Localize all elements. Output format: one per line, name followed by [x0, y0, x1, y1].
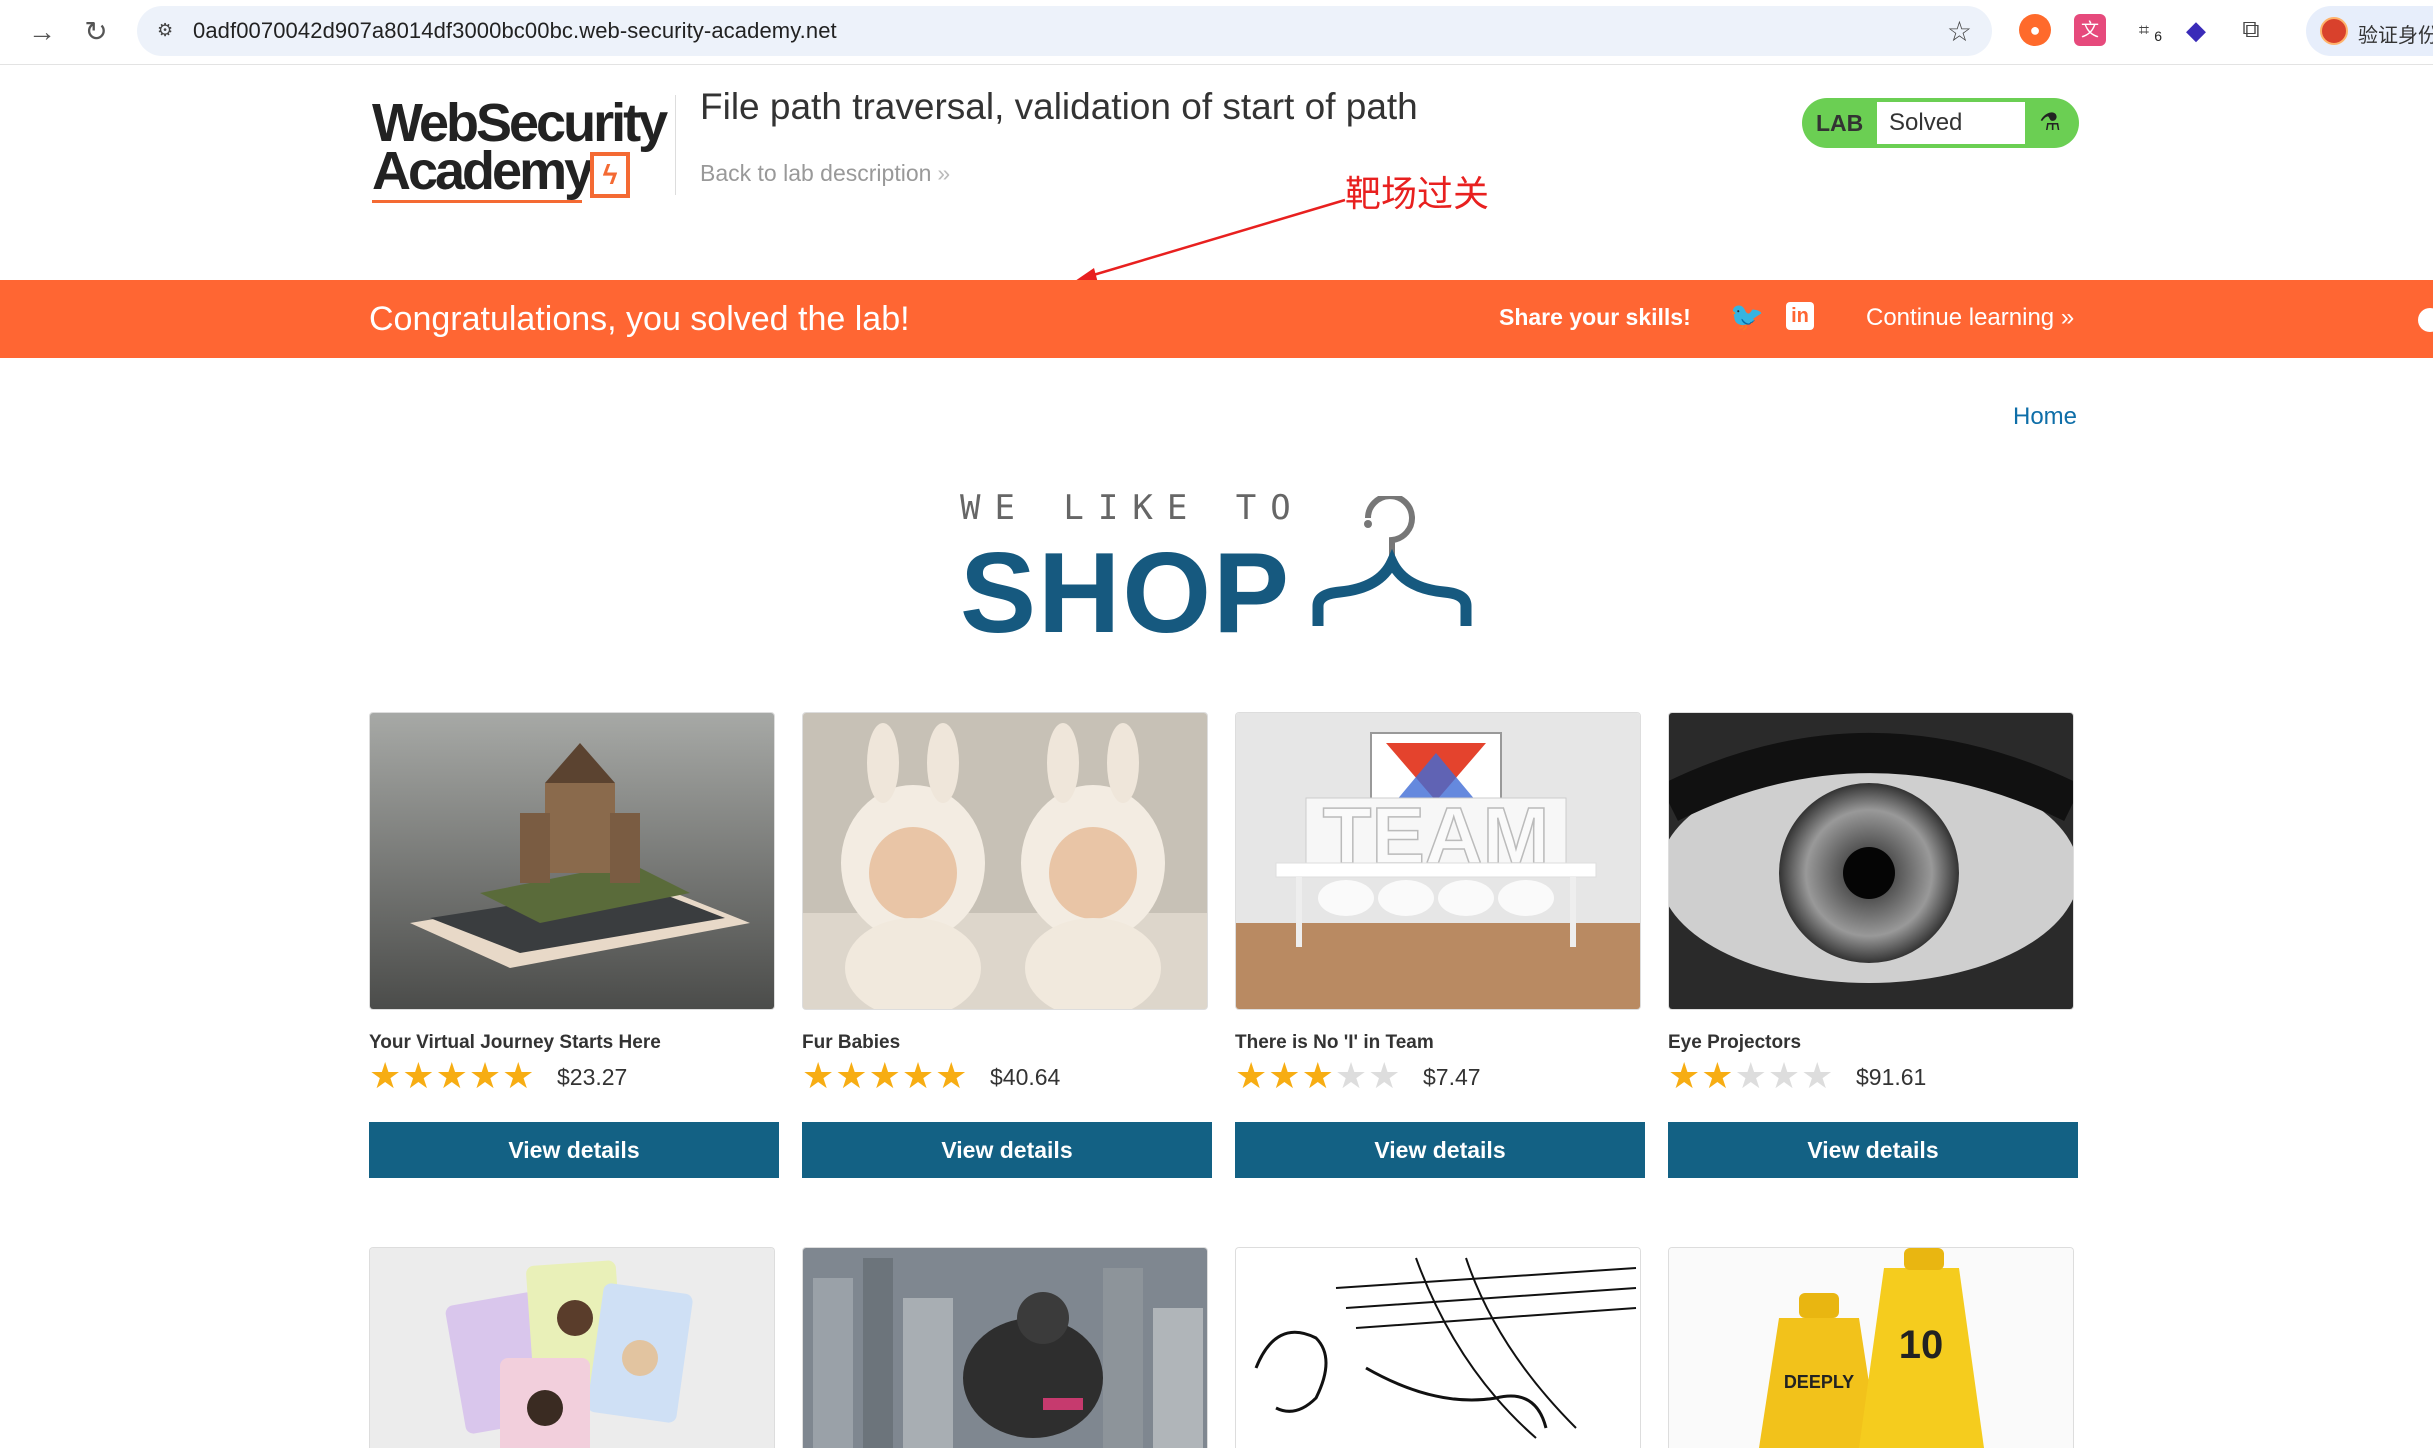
product-price: $91.61	[1856, 1064, 1927, 1090]
svg-text:10: 10	[1899, 1323, 1944, 1367]
star-icon: ★	[435, 1055, 469, 1096]
star-empty-icon: ★	[1334, 1055, 1369, 1096]
rating-stars: ★★★★★	[1668, 1055, 1834, 1097]
product-image-fur-babies	[802, 712, 1208, 1010]
star-icon: ★	[901, 1055, 936, 1096]
product-price: $23.27	[557, 1064, 628, 1090]
reload-icon[interactable]: ↻	[78, 14, 114, 50]
forward-icon[interactable]: →	[24, 14, 60, 50]
hanger-icon	[1312, 496, 1472, 626]
rating-stars: ★★★★★	[369, 1055, 535, 1097]
product-image-eye	[1668, 712, 2074, 1010]
lab-label: LAB	[1816, 110, 1864, 136]
extension-record-icon[interactable]: ●	[2019, 14, 2051, 46]
star-icon: ★	[1668, 1055, 1702, 1096]
extension-screenshot-icon[interactable]: ⌗ 6	[2128, 14, 2162, 46]
solved-banner: Congratulations, you solved the lab! Sha…	[0, 280, 2433, 358]
header-divider	[675, 95, 676, 195]
extension-layers-icon[interactable]: ◆	[2180, 14, 2212, 46]
logo-line-2: Academy	[372, 141, 594, 201]
logo-underline	[372, 200, 582, 203]
star-icon: ★	[835, 1055, 869, 1096]
product-image-virtual-journey	[369, 712, 775, 1010]
annotation-label: 靶场过关	[1345, 174, 1490, 215]
profile-label: 验证身份	[2358, 25, 2433, 47]
continue-learning-link[interactable]: Continue learning »	[1866, 304, 2074, 332]
star-icon: ★	[1268, 1055, 1302, 1096]
view-details-button[interactable]: View details	[1235, 1122, 1645, 1178]
star-empty-icon: ★	[1734, 1055, 1768, 1096]
product-image-city-climber	[802, 1247, 1208, 1448]
site-settings-icon[interactable]: ⚙	[157, 18, 181, 42]
linkedin-icon[interactable]: in	[1786, 302, 1814, 330]
continue-learning-label: Continue learning	[1866, 304, 2055, 331]
product-price: $7.47	[1423, 1064, 1481, 1090]
lab-status-badge: LAB Solved ⚗	[1802, 98, 2079, 148]
star-icon: ★	[935, 1055, 969, 1096]
web-security-academy-logo[interactable]: WebSecurity Academy ϟ	[372, 92, 672, 207]
home-link[interactable]: Home	[2013, 403, 2077, 431]
product-name: Fur Babies	[802, 1032, 901, 1053]
star-icon: ★	[1701, 1055, 1735, 1096]
star-icon: ★	[802, 1055, 836, 1096]
star-icon: ★	[1301, 1055, 1335, 1096]
star-icon: ★	[502, 1055, 536, 1096]
extensions-puzzle-icon[interactable]: ⧉	[2235, 14, 2267, 46]
shop-title: SHOP	[960, 530, 1292, 657]
double-chevron-icon: »	[2060, 304, 2075, 331]
double-chevron-icon: »	[937, 160, 951, 186]
product-name: There is No 'I' in Team	[1235, 1032, 1434, 1053]
view-details-button[interactable]: View details	[802, 1122, 1212, 1178]
extension-translate-icon[interactable]: 文	[2074, 14, 2106, 46]
product-image-caution-signs: DEEPLY 10	[1668, 1247, 2074, 1448]
shop-tagline: WE LIKE TO	[960, 488, 1305, 528]
star-empty-icon: ★	[1767, 1055, 1802, 1096]
congratulations-message: Congratulations, you solved the lab!	[369, 300, 910, 338]
browser-toolbar: → ↻ ⚙ 0adf0070042d907a8014df3000bc00bc.w…	[0, 0, 2433, 65]
svg-text:DEEPLY: DEEPLY	[1784, 1372, 1854, 1392]
address-bar[interactable]: ⚙ 0adf0070042d907a8014df3000bc00bc.web-s…	[137, 6, 1992, 56]
banner-edge-button[interactable]	[2418, 308, 2433, 332]
profile-button[interactable]: 验证身份	[2306, 6, 2433, 56]
star-empty-icon: ★	[1801, 1055, 1835, 1096]
lab-title: File path traversal, validation of start…	[700, 86, 1418, 127]
shop-logo: WE LIKE TO SHOP	[960, 488, 1500, 657]
star-icon: ★	[868, 1055, 902, 1096]
url-text[interactable]: 0adf0070042d907a8014df3000bc00bc.web-sec…	[193, 18, 837, 44]
bookmark-star-icon[interactable]: ☆	[1947, 15, 1972, 48]
product-name: Your Virtual Journey Starts Here	[369, 1032, 661, 1053]
product-image-sketch	[1235, 1247, 1641, 1448]
logo-bolt-icon: ϟ	[590, 152, 630, 198]
view-details-button[interactable]: View details	[1668, 1122, 2078, 1178]
share-skills-label: Share your skills!	[1499, 304, 1691, 330]
product-image-team: TEAM	[1235, 712, 1641, 1010]
extension-badge: 6	[2154, 28, 2162, 44]
product-price: $40.64	[990, 1064, 1061, 1090]
view-details-button[interactable]: View details	[369, 1122, 779, 1178]
twitter-icon[interactable]: 🐦	[1729, 302, 1764, 332]
flask-icon: ⚗	[2039, 109, 2061, 136]
rating-stars: ★★★★★	[802, 1055, 968, 1097]
star-icon: ★	[1235, 1055, 1269, 1096]
star-icon: ★	[369, 1055, 403, 1096]
star-icon: ★	[468, 1055, 503, 1096]
avatar	[2320, 17, 2348, 45]
rating-stars: ★★★★★	[1235, 1055, 1401, 1097]
star-icon: ★	[402, 1055, 436, 1096]
star-empty-icon: ★	[1368, 1055, 1402, 1096]
product-name: Eye Projectors	[1668, 1032, 1802, 1053]
lab-status-text: Solved	[1877, 102, 2025, 144]
back-to-lab-description-link[interactable]: Back to lab description»	[700, 160, 950, 187]
back-link-label: Back to lab description	[700, 160, 932, 186]
product-image-trump-cards	[369, 1247, 775, 1448]
